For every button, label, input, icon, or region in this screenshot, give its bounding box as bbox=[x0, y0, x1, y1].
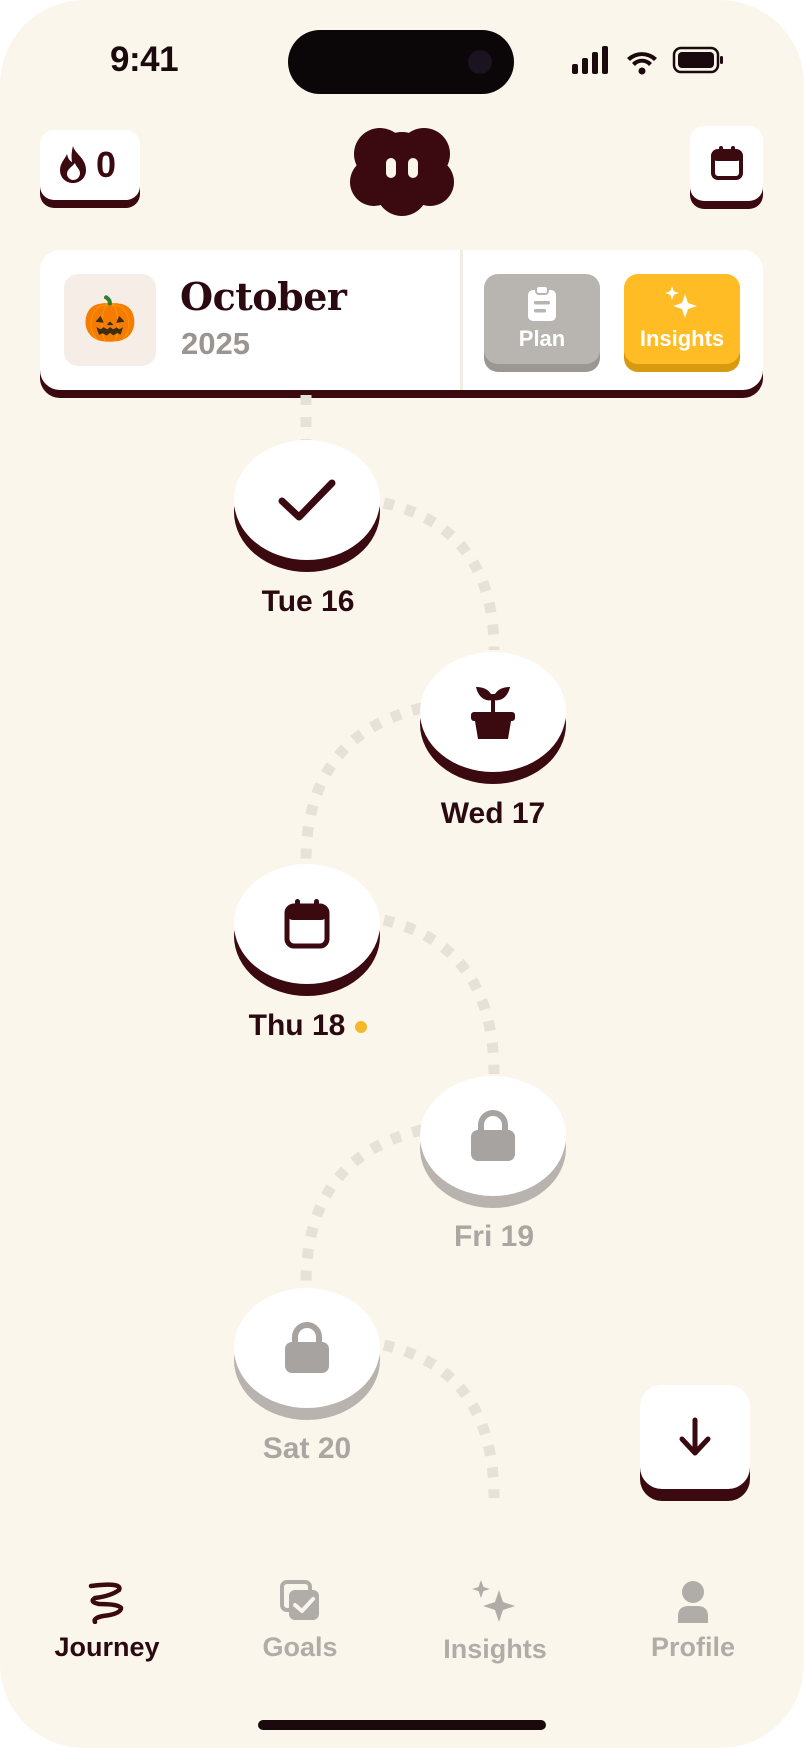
day-node-tue-16[interactable] bbox=[234, 440, 380, 560]
day-label-thu-18: Thu 18 bbox=[208, 1009, 408, 1043]
tab-profile[interactable]: Profile bbox=[613, 1580, 773, 1663]
day-label-sat-20: Sat 20 bbox=[262, 1432, 352, 1465]
today-indicator-dot bbox=[355, 1021, 368, 1034]
day-label-wed-17: Wed 17 bbox=[440, 797, 546, 830]
sparkles-icon bbox=[472, 1580, 515, 1622]
arrow-down-icon bbox=[679, 1417, 711, 1456]
day-node-sat-20[interactable] bbox=[234, 1288, 380, 1408]
calendar-icon bbox=[284, 899, 330, 949]
goals-icon bbox=[280, 1580, 319, 1620]
tab-journey[interactable]: Journey bbox=[27, 1580, 187, 1663]
lock-icon bbox=[285, 1322, 329, 1373]
tab-insights-label: Insights bbox=[443, 1634, 547, 1664]
tab-goals[interactable]: Goals bbox=[220, 1580, 380, 1663]
day-label-tue-16: Tue 16 bbox=[261, 585, 355, 618]
day-node-thu-18[interactable] bbox=[234, 864, 380, 984]
home-indicator[interactable] bbox=[258, 1720, 546, 1730]
day-node-wed-17[interactable] bbox=[420, 652, 566, 772]
check-icon bbox=[278, 479, 336, 521]
journey-icon bbox=[88, 1582, 124, 1624]
plant-icon bbox=[471, 687, 515, 739]
day-label-thu-18-text: Thu 18 bbox=[248, 1009, 346, 1042]
tab-journey-label: Journey bbox=[54, 1632, 160, 1662]
day-node-fri-19[interactable] bbox=[420, 1076, 566, 1196]
app-screen: 9:41 0 🎃 October 2025 Plan Insights Tue … bbox=[0, 0, 804, 1748]
tab-profile-label: Profile bbox=[650, 1632, 736, 1662]
profile-icon bbox=[678, 1581, 708, 1623]
lock-icon bbox=[471, 1110, 515, 1161]
tab-insights[interactable]: Insights bbox=[415, 1580, 575, 1665]
tab-goals-label: Goals bbox=[262, 1632, 338, 1662]
day-label-fri-19: Fri 19 bbox=[453, 1220, 535, 1253]
scroll-down-button[interactable] bbox=[640, 1385, 750, 1489]
